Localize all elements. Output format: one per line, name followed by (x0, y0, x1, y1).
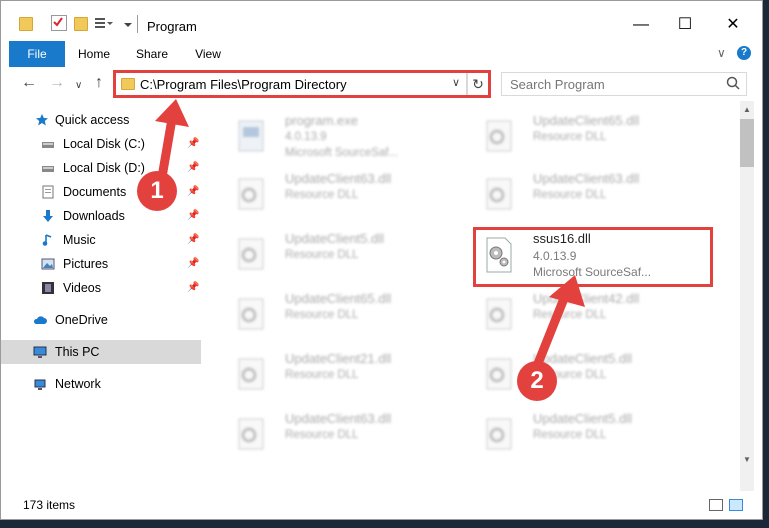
step-1-badge: 1 (137, 171, 177, 211)
annotation-arrows (155, 99, 585, 386)
step-2-badge: 2 (517, 361, 557, 401)
arrow-1-head (155, 99, 189, 127)
explorer-window: Program — ☐ ✕ File Home Share View ∨ ? ←… (0, 0, 763, 520)
